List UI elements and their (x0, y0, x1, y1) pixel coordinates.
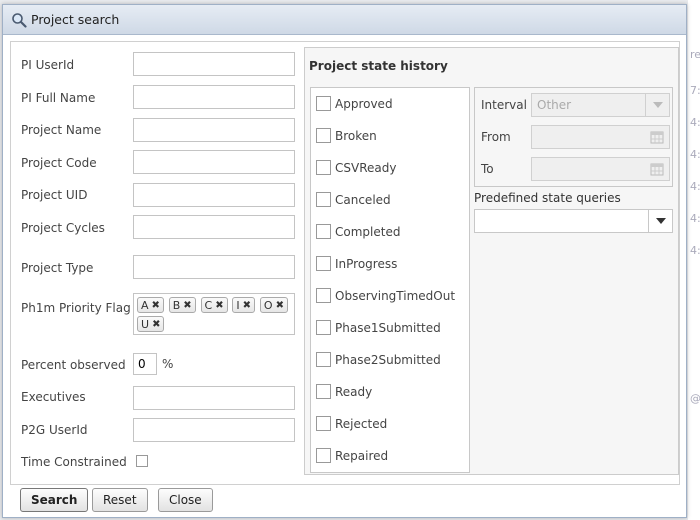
interval-box: Interval Other From To (474, 87, 673, 187)
to-date-input[interactable] (531, 157, 670, 181)
executives-input[interactable] (133, 386, 295, 410)
state-item-canceled[interactable]: Canceled (316, 192, 391, 207)
state-checkbox[interactable] (316, 416, 331, 431)
state-checkbox[interactable] (316, 384, 331, 399)
search-button[interactable]: Search (20, 488, 89, 512)
time-constrained-label: Time Constrained (21, 455, 127, 469)
close-icon[interactable]: ✖ (243, 300, 251, 311)
state-checkbox[interactable] (316, 224, 331, 239)
priority-tag: A ✖ (137, 297, 164, 313)
chevron-down-icon[interactable] (645, 94, 669, 116)
state-item-csvready[interactable]: CSVReady (316, 160, 396, 175)
pi-fullname-input[interactable] (133, 85, 295, 109)
calendar-icon[interactable] (645, 126, 669, 148)
project-cycles-label: Project Cycles (21, 221, 105, 235)
project-name-label: Project Name (21, 123, 102, 137)
p2g-userid-input[interactable] (133, 418, 295, 442)
state-item-phase2submitted[interactable]: Phase2Submitted (316, 352, 441, 367)
state-checkbox-list: Approved Broken CSVReady Canceled Comple… (310, 87, 470, 473)
state-item-repaired[interactable]: Repaired (316, 448, 388, 463)
project-cycles-input[interactable] (133, 215, 295, 239)
search-icon (12, 12, 27, 28)
chevron-down-icon[interactable] (648, 210, 672, 232)
state-item-rejected[interactable]: Rejected (316, 416, 387, 431)
from-date-input[interactable] (531, 125, 670, 149)
p2g-userid-label: P2G UserId (21, 423, 88, 437)
to-label: To (481, 162, 494, 176)
priority-tag: C ✖ (200, 297, 228, 313)
priority-tag: O ✖ (259, 297, 288, 313)
state-checkbox[interactable] (316, 352, 331, 367)
close-icon[interactable]: ✖ (183, 300, 191, 311)
percent-observed-label: Percent observed (21, 358, 126, 372)
state-item-completed[interactable]: Completed (316, 224, 400, 239)
priority-flag-label: Ph1m Priority Flag (21, 301, 131, 315)
state-history-panel: Project state history Approved Broken CS… (304, 47, 679, 475)
pi-userid-label: PI UserId (21, 58, 75, 72)
executives-label: Executives (21, 390, 86, 404)
project-uid-input[interactable] (133, 183, 295, 207)
state-checkbox[interactable] (316, 160, 331, 175)
state-checkbox[interactable] (316, 256, 331, 271)
close-icon[interactable]: ✖ (152, 300, 160, 311)
pi-userid-input[interactable] (133, 52, 295, 76)
dialog-title: Project search (31, 12, 120, 27)
state-item-broken[interactable]: Broken (316, 128, 377, 143)
background-app: re 7: 4: 4: 4: 4: 4: @ (688, 0, 700, 520)
state-item-approved[interactable]: Approved (316, 96, 393, 111)
priority-flag-tag-input[interactable]: A ✖ B ✖ C ✖ I ✖ O ✖ U ✖ (133, 293, 295, 335)
state-checkbox[interactable] (316, 320, 331, 335)
project-type-input[interactable] (133, 255, 295, 279)
predefined-queries-select[interactable] (474, 209, 673, 233)
state-item-ready[interactable]: Ready (316, 384, 372, 399)
close-icon[interactable]: ✖ (152, 319, 160, 330)
interval-value: Other (537, 98, 572, 112)
from-label: From (481, 130, 511, 144)
interval-label: Interval (481, 98, 527, 112)
project-name-input[interactable] (133, 118, 295, 142)
project-code-input[interactable] (133, 150, 295, 174)
project-code-label: Project Code (21, 156, 97, 170)
priority-tag: U ✖ (137, 316, 165, 332)
time-constrained-checkbox[interactable] (136, 455, 148, 467)
percent-unit: % (162, 357, 174, 371)
dialog-titlebar[interactable]: Project search (3, 5, 686, 35)
interval-select[interactable]: Other (531, 93, 670, 117)
pi-fullname-label: PI Full Name (21, 91, 96, 105)
state-item-inprogress[interactable]: InProgress (316, 256, 397, 271)
state-item-observingtimedout[interactable]: ObservingTimedOut (316, 288, 455, 303)
predefined-queries-label: Predefined state queries (474, 191, 621, 205)
priority-tag: I ✖ (232, 297, 256, 313)
state-checkbox[interactable] (316, 128, 331, 143)
calendar-icon[interactable] (645, 158, 669, 180)
dialog-body: PI UserId PI Full Name Project Name Proj… (10, 41, 680, 485)
percent-observed-input[interactable] (133, 353, 157, 375)
close-icon[interactable]: ✖ (276, 300, 284, 311)
project-search-dialog: Project search PI UserId PI Full Name Pr… (2, 4, 687, 518)
state-checkbox[interactable] (316, 96, 331, 111)
priority-tag: B ✖ (168, 297, 196, 313)
state-item-phase1submitted[interactable]: Phase1Submitted (316, 320, 441, 335)
state-checkbox[interactable] (316, 192, 331, 207)
state-checkbox[interactable] (316, 288, 331, 303)
close-icon[interactable]: ✖ (215, 300, 223, 311)
reset-button[interactable]: Reset (92, 488, 148, 512)
project-uid-label: Project UID (21, 188, 88, 202)
state-history-title: Project state history (309, 59, 448, 73)
project-type-label: Project Type (21, 261, 94, 275)
state-checkbox[interactable] (316, 448, 331, 463)
close-button[interactable]: Close (158, 488, 213, 512)
